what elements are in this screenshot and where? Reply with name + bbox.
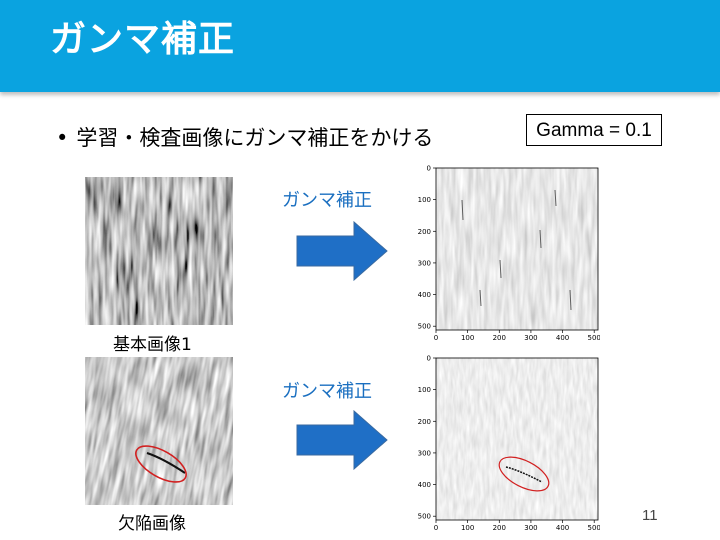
y-tick-label: 300 (418, 449, 431, 457)
x-tick-label: 500 (588, 524, 600, 530)
y-tick-label: 300 (418, 259, 431, 267)
defect-image-texture (85, 357, 233, 505)
y-tick-label: 100 (418, 196, 431, 204)
gamma-correction-label-1: ガンマ補正 (282, 190, 372, 211)
gamma-value-box: Gamma = 0.1 (526, 114, 662, 146)
x-tick-label: 400 (556, 334, 569, 340)
x-tick-label: 0 (434, 334, 438, 340)
x-tick-label: 400 (556, 524, 569, 530)
x-tick-label: 200 (493, 524, 506, 530)
plot-image-area (436, 168, 598, 330)
y-tick-label: 0 (427, 165, 431, 173)
right-arrow-icon (296, 410, 388, 470)
right-arrow-icon (296, 221, 388, 281)
base-image-caption: 基本画像1 (113, 335, 192, 355)
defect-image-caption: 欠陥画像 (118, 514, 186, 534)
bullet-text: 学習・検査画像にガンマ補正をかける (76, 126, 434, 150)
gamma-correction-label-2: ガンマ補正 (282, 381, 372, 402)
slide-header: ガンマ補正 (0, 0, 720, 92)
slide-title: ガンマ補正 (50, 19, 236, 60)
x-tick-label: 100 (461, 334, 474, 340)
y-tick-label: 400 (418, 291, 431, 299)
x-tick-label: 0 (434, 524, 438, 530)
bullet-marker: • (56, 126, 69, 150)
bullet-line: • 学習・検査画像にガンマ補正をかける (56, 124, 433, 152)
y-tick-label: 400 (418, 481, 431, 489)
y-tick-label: 100 (418, 386, 431, 394)
x-tick-label: 300 (524, 524, 537, 530)
y-tick-label: 200 (418, 418, 431, 426)
y-tick-label: 500 (418, 513, 431, 521)
x-tick-label: 200 (493, 334, 506, 340)
base-image-texture (85, 177, 233, 325)
y-tick-label: 200 (418, 228, 431, 236)
x-tick-label: 500 (588, 334, 600, 340)
plot-image-area (436, 358, 598, 520)
gamma-plot-base: 0 100 200 300 400 5000100200300400500 (418, 165, 600, 341)
y-tick-label: 0 (427, 355, 431, 363)
gamma-plot-defect: 0 100 200 300 400 5000100200300400500 (418, 355, 600, 531)
x-tick-label: 300 (524, 334, 537, 340)
y-tick-label: 500 (418, 323, 431, 331)
slide-number: 11 (642, 507, 658, 524)
x-tick-label: 100 (461, 524, 474, 530)
